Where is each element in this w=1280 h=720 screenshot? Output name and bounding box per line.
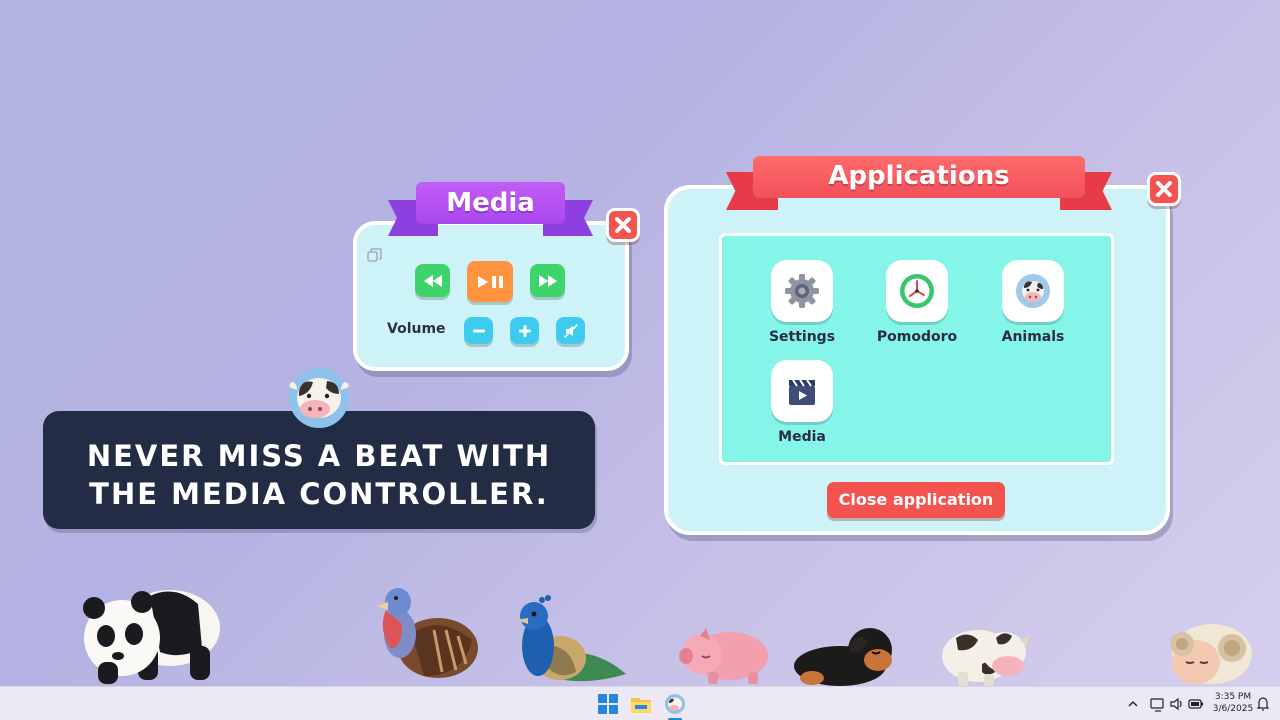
applications-title-ribbon: Applications: [726, 156, 1112, 214]
applications-close-button[interactable]: [1147, 172, 1181, 206]
volume-icon[interactable]: [1169, 693, 1185, 715]
app-label: Settings: [768, 329, 836, 345]
volume-label: Volume: [387, 321, 446, 337]
close-icon: [1156, 181, 1172, 197]
network-icon[interactable]: [1150, 693, 1166, 715]
mute-icon: [563, 323, 578, 338]
app-icon-container: [1002, 260, 1064, 322]
pig-icon: [679, 628, 768, 684]
app-label: Pomodoro: [876, 329, 958, 345]
dog-icon: [794, 628, 892, 686]
app-icon-container: [771, 360, 833, 422]
volume-up-button[interactable]: [510, 317, 539, 344]
fast-forward-icon: [538, 274, 557, 287]
sheep-icon: [1170, 624, 1252, 684]
app-media[interactable]: Media: [757, 360, 847, 445]
minus-icon: [472, 329, 485, 332]
cow-icon: [1016, 274, 1050, 308]
windows-start-icon[interactable]: [597, 693, 619, 715]
cow-icon: [942, 630, 1030, 686]
media-close-button[interactable]: [606, 208, 640, 242]
clock-date: 3/6/2025: [1212, 704, 1254, 714]
applications-title: Applications: [753, 156, 1085, 198]
caption-line-1: NEVER MISS A BEAT WITH: [86, 439, 552, 473]
cow-avatar-icon: [289, 368, 349, 428]
battery-icon[interactable]: [1188, 693, 1204, 715]
play-pause-icon: [478, 275, 503, 288]
file-explorer-icon[interactable]: [630, 693, 652, 715]
app-animals[interactable]: Animals: [988, 260, 1078, 345]
notification-bell-icon[interactable]: [1256, 693, 1270, 715]
media-title-ribbon: Media: [388, 182, 593, 240]
fast-forward-button[interactable]: [530, 264, 565, 297]
chevron-up-icon[interactable]: [1126, 693, 1140, 715]
rewind-button[interactable]: [415, 264, 450, 297]
play-pause-button[interactable]: [467, 261, 513, 302]
cow-app-icon[interactable]: [664, 693, 686, 715]
media-title: Media: [416, 182, 565, 224]
panda-icon: [83, 590, 220, 684]
rewind-icon: [423, 274, 442, 287]
taskbar-clock[interactable]: 3:35 PM 3/6/2025: [1208, 691, 1258, 715]
copy-icon[interactable]: [367, 248, 382, 263]
app-label: Animals: [1001, 329, 1065, 345]
gear-icon: [785, 274, 819, 308]
mute-button[interactable]: [556, 317, 585, 344]
app-settings[interactable]: Settings: [757, 260, 847, 345]
clapperboard-icon: [789, 379, 815, 405]
taskbar: 3:35 PM 3/6/2025: [0, 686, 1280, 720]
close-application-button[interactable]: Close application: [827, 482, 1005, 518]
app-icon-container: [886, 260, 948, 322]
app-label: Media: [778, 429, 826, 445]
clock-time: 3:35 PM: [1214, 692, 1252, 702]
volume-down-button[interactable]: [464, 317, 493, 344]
app-icon-container: [771, 260, 833, 322]
caption-text: NEVER MISS A BEAT WITH THE MEDIA CONTROL…: [43, 437, 595, 513]
plus-icon: [518, 324, 531, 337]
peacock-icon: [516, 595, 626, 682]
app-pomodoro[interactable]: Pomodoro: [872, 260, 962, 345]
close-icon: [615, 217, 631, 233]
turkey-icon: [376, 588, 478, 678]
clock-icon: [900, 274, 934, 308]
caption-line-2: THE MEDIA CONTROLLER.: [89, 477, 549, 511]
